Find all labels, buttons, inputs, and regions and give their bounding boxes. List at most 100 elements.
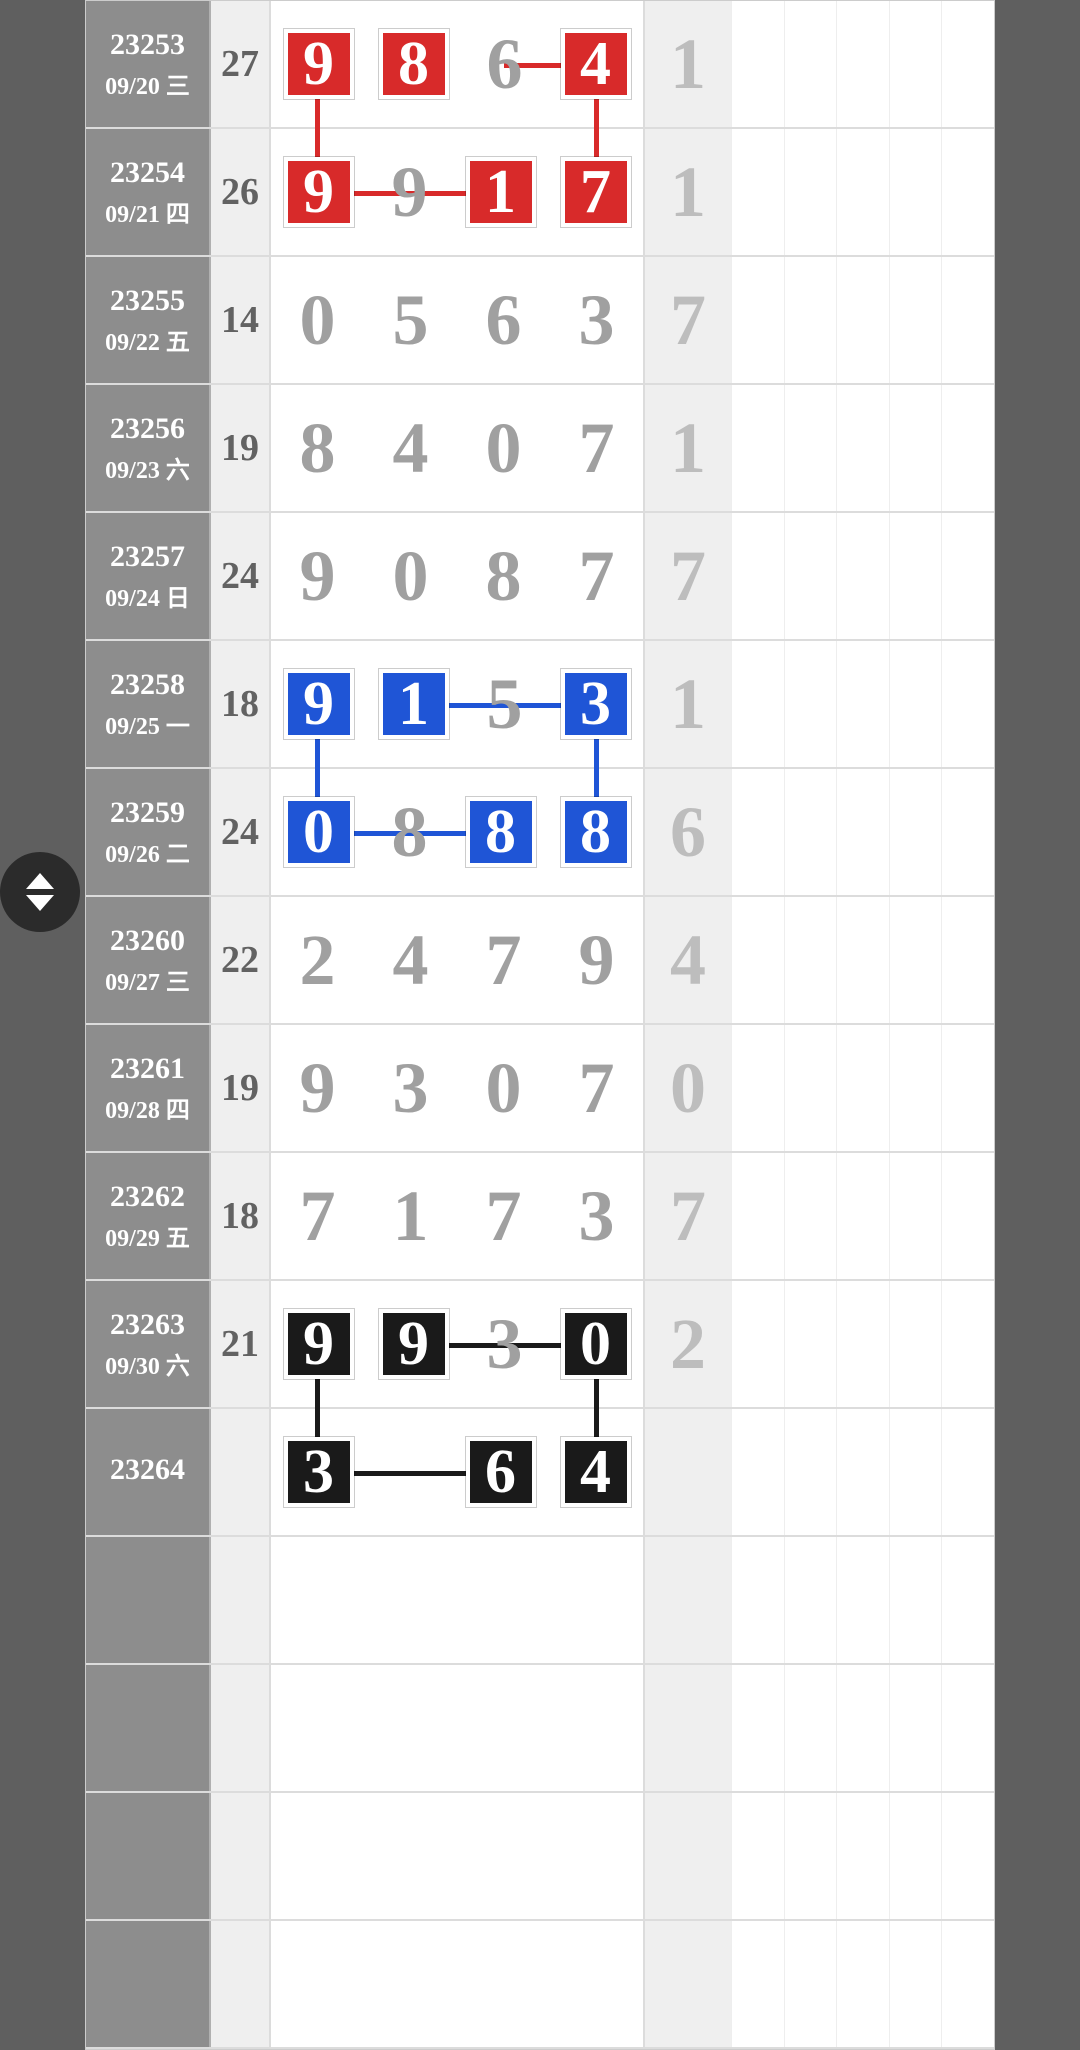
digit-box: 8 bbox=[561, 797, 631, 867]
scroll-up-icon bbox=[26, 873, 54, 889]
digit-box: 4 bbox=[380, 916, 442, 1004]
digit-box: 3 bbox=[561, 669, 631, 739]
issue-cell: 2325909/26 二 bbox=[86, 769, 211, 895]
sum-cell: 22 bbox=[211, 897, 271, 1023]
extra-digit-cell: 7 bbox=[643, 1153, 731, 1279]
digit-box: 9 bbox=[284, 669, 354, 739]
issue-date: 09/26 二 bbox=[105, 834, 190, 869]
digit-box: 1 bbox=[379, 669, 449, 739]
issue-cell: 2326209/29 五 bbox=[86, 1153, 211, 1279]
issue-number: 23255 bbox=[110, 284, 185, 318]
issue-date: 09/28 四 bbox=[105, 1090, 190, 1125]
extra-digit-cell: 0 bbox=[643, 1025, 731, 1151]
digit-box: 0 bbox=[284, 797, 354, 867]
sum-cell: 24 bbox=[211, 513, 271, 639]
digit-box: 6 bbox=[466, 1437, 536, 1507]
issue-date: 09/23 六 bbox=[105, 450, 190, 485]
spacer-columns bbox=[731, 1409, 994, 1535]
digits-cell: 9087 bbox=[271, 513, 643, 639]
issue-date: 09/29 五 bbox=[105, 1218, 190, 1253]
table-row: 23260 09/27 三 2224794 bbox=[86, 897, 994, 1025]
spacer-columns bbox=[731, 769, 994, 895]
table-row: 2325909/26 二2408886 bbox=[86, 769, 994, 897]
digit-box: 4 bbox=[561, 1437, 631, 1507]
extra-digit-cell: 7 bbox=[643, 513, 731, 639]
digits-cell: 9864 bbox=[271, 1, 643, 127]
issue-cell: 23255 09/22 五 bbox=[86, 257, 211, 383]
issue-number: 23261 bbox=[110, 1052, 185, 1086]
digit-box: 5 bbox=[474, 660, 536, 748]
spacer-columns bbox=[731, 129, 994, 255]
extra-digit-cell: 1 bbox=[643, 385, 731, 511]
digit-box: 9 bbox=[284, 1309, 354, 1379]
digit-box: 3 bbox=[566, 276, 628, 364]
digit-box: 3 bbox=[380, 1044, 442, 1132]
empty-row bbox=[86, 1793, 994, 1921]
issue-date: 09/27 三 bbox=[105, 962, 190, 997]
digit-box: 8 bbox=[473, 532, 535, 620]
issue-number: 23258 bbox=[110, 668, 185, 702]
table-row: 23264 3 64 bbox=[86, 1409, 994, 1537]
spacer-columns bbox=[731, 385, 994, 511]
extra-digit-cell: 4 bbox=[643, 897, 731, 1023]
digit-box: 7 bbox=[473, 916, 535, 1004]
issue-cell: 23264 bbox=[86, 1409, 211, 1535]
digit-box: 9 bbox=[379, 1309, 449, 1379]
digit-box: 6 bbox=[473, 276, 535, 364]
digit-box: 8 bbox=[466, 797, 536, 867]
digit-box: 5 bbox=[380, 276, 442, 364]
digit-box: 3 bbox=[284, 1437, 354, 1507]
digit-box: 0 bbox=[473, 404, 535, 492]
digit-box: 4 bbox=[561, 29, 631, 99]
issue-number: 23253 bbox=[110, 28, 185, 62]
spacer-columns bbox=[731, 1281, 994, 1407]
sum-cell: 19 bbox=[211, 1025, 271, 1151]
issue-date: 09/22 五 bbox=[105, 322, 190, 357]
sum-cell: 27 bbox=[211, 1, 271, 127]
digit-box: 0 bbox=[473, 1044, 535, 1132]
digit-box: 7 bbox=[473, 1172, 535, 1260]
digit-box: 0 bbox=[561, 1309, 631, 1379]
extra-digit-cell: 2 bbox=[643, 1281, 731, 1407]
issue-number: 23264 bbox=[110, 1453, 185, 1487]
digit-box bbox=[379, 1428, 441, 1516]
digits-cell: 2479 bbox=[271, 897, 643, 1023]
extra-digit-cell: 1 bbox=[643, 1, 731, 127]
issue-cell: 2325709/24 日 bbox=[86, 513, 211, 639]
issue-cell: 23256 09/23 六 bbox=[86, 385, 211, 511]
issue-date: 09/20 三 bbox=[105, 66, 190, 101]
spacer-columns bbox=[731, 257, 994, 383]
issue-number: 23260 bbox=[110, 924, 185, 958]
issue-date: 09/30 六 bbox=[105, 1346, 190, 1381]
digit-box: 9 bbox=[287, 1044, 349, 1132]
sum-cell: 18 bbox=[211, 641, 271, 767]
scroll-handle[interactable] bbox=[0, 852, 80, 932]
sum-cell: 18 bbox=[211, 1153, 271, 1279]
digit-box: 6 bbox=[474, 20, 536, 108]
extra-digit-cell: 1 bbox=[643, 129, 731, 255]
digits-cell: 7173 bbox=[271, 1153, 643, 1279]
sum-cell: 21 bbox=[211, 1281, 271, 1407]
issue-cell: 23254 09/21 四 bbox=[86, 129, 211, 255]
issue-cell: 23260 09/27 三 bbox=[86, 897, 211, 1023]
issue-date: 09/21 四 bbox=[105, 194, 190, 229]
sum-cell: 26 bbox=[211, 129, 271, 255]
app-background: 2325309/20 三27986412325409/21 四269917123… bbox=[0, 0, 1080, 2007]
table-row: 2325709/24 日2490877 bbox=[86, 513, 994, 641]
digit-box: 9 bbox=[566, 916, 628, 1004]
digit-box: 1 bbox=[466, 157, 536, 227]
digit-box: 8 bbox=[379, 788, 441, 876]
digit-box: 3 bbox=[566, 1172, 628, 1260]
sum-cell: 24 bbox=[211, 769, 271, 895]
digit-box: 9 bbox=[284, 29, 354, 99]
digit-box: 9 bbox=[284, 157, 354, 227]
table-row: 2325609/23 六1984071 bbox=[86, 385, 994, 513]
spacer-columns bbox=[731, 641, 994, 767]
issue-number: 23254 bbox=[110, 156, 185, 190]
digit-box: 3 bbox=[474, 1300, 536, 1388]
issue-cell: 2325809/25 一 bbox=[86, 641, 211, 767]
digits-cell: 0563 bbox=[271, 257, 643, 383]
digit-box: 0 bbox=[380, 532, 442, 620]
issue-number: 23256 bbox=[110, 412, 185, 446]
digit-box: 1 bbox=[380, 1172, 442, 1260]
